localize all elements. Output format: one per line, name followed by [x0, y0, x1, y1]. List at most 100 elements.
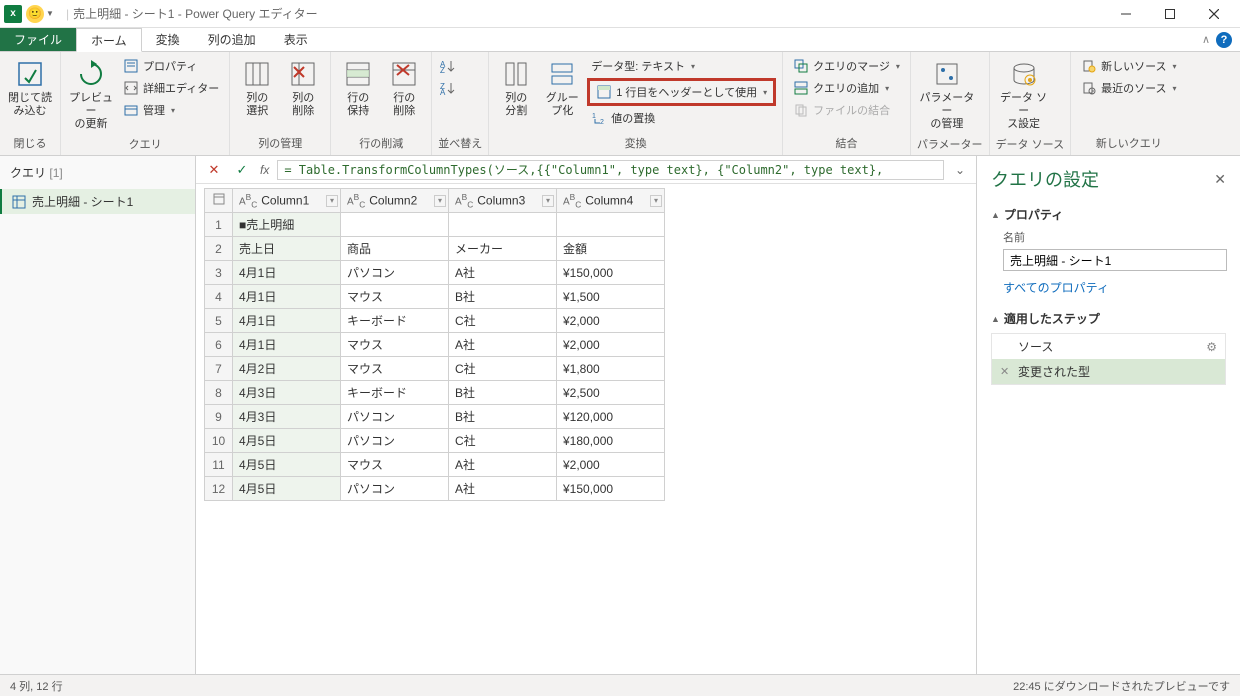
filter-icon[interactable]: ▾: [326, 195, 338, 207]
row-number[interactable]: 4: [205, 285, 233, 309]
cell[interactable]: A社: [449, 477, 557, 501]
column-header[interactable]: ABCColumn2▾: [341, 189, 449, 213]
cell[interactable]: C社: [449, 309, 557, 333]
row-number[interactable]: 9: [205, 405, 233, 429]
cell[interactable]: ¥2,000: [557, 453, 665, 477]
datasource-settings-button[interactable]: データ ソース設定: [996, 56, 1052, 134]
properties-section-header[interactable]: ▲プロパティ: [991, 206, 1226, 223]
cell[interactable]: 売上日: [233, 237, 341, 261]
properties-button[interactable]: プロパティ: [119, 56, 223, 76]
applied-step-changed-type[interactable]: ✕変更された型: [992, 359, 1225, 384]
table-row[interactable]: 34月1日パソコンA社¥150,000: [205, 261, 665, 285]
gear-icon[interactable]: ⚙: [1206, 340, 1217, 354]
minimize-button[interactable]: [1104, 0, 1148, 28]
new-source-button[interactable]: 新しいソース▾: [1077, 56, 1180, 76]
recent-source-button[interactable]: 最近のソース▾: [1077, 78, 1180, 98]
cell[interactable]: 4月3日: [233, 405, 341, 429]
steps-section-header[interactable]: ▲適用したステップ: [991, 310, 1226, 327]
cell[interactable]: キーボード: [341, 309, 449, 333]
cell[interactable]: 4月1日: [233, 333, 341, 357]
cell[interactable]: A社: [449, 333, 557, 357]
table-row[interactable]: 124月5日パソコンA社¥150,000: [205, 477, 665, 501]
table-row[interactable]: 114月5日マウスA社¥2,000: [205, 453, 665, 477]
cell[interactable]: 4月5日: [233, 453, 341, 477]
smiley-icon[interactable]: 🙂: [26, 5, 44, 23]
cell[interactable]: マウス: [341, 285, 449, 309]
table-row[interactable]: 94月3日パソコンB社¥120,000: [205, 405, 665, 429]
row-number[interactable]: 10: [205, 429, 233, 453]
cell[interactable]: [557, 213, 665, 237]
cell[interactable]: [449, 213, 557, 237]
cell[interactable]: B社: [449, 285, 557, 309]
applied-step-source[interactable]: ソース ⚙: [992, 334, 1225, 359]
cell[interactable]: B社: [449, 405, 557, 429]
filter-icon[interactable]: ▾: [434, 195, 446, 207]
cell[interactable]: 4月1日: [233, 309, 341, 333]
close-settings-icon[interactable]: ✕: [1214, 171, 1226, 188]
filter-icon[interactable]: ▾: [542, 195, 554, 207]
cell[interactable]: 4月1日: [233, 261, 341, 285]
tab-transform[interactable]: 変換: [142, 28, 194, 51]
cell[interactable]: パソコン: [341, 477, 449, 501]
table-row[interactable]: 74月2日マウスC社¥1,800: [205, 357, 665, 381]
row-number[interactable]: 2: [205, 237, 233, 261]
formula-cancel-icon[interactable]: ✕: [204, 162, 224, 178]
cell[interactable]: B社: [449, 381, 557, 405]
sort-desc-button[interactable]: ZA: [438, 78, 458, 98]
column-header[interactable]: ABCColumn4▾: [557, 189, 665, 213]
first-row-header-button[interactable]: 1 行目をヘッダーとして使用▾: [592, 82, 771, 102]
cell[interactable]: パソコン: [341, 405, 449, 429]
table-row[interactable]: 54月1日キーボードC社¥2,000: [205, 309, 665, 333]
merge-queries-button[interactable]: クエリのマージ▾: [789, 56, 904, 76]
cell[interactable]: パソコン: [341, 429, 449, 453]
cell[interactable]: A社: [449, 261, 557, 285]
cell[interactable]: マウス: [341, 453, 449, 477]
cell[interactable]: 4月1日: [233, 285, 341, 309]
tab-add-column[interactable]: 列の追加: [194, 28, 270, 51]
close-and-load-button[interactable]: 閉じて読み込む: [6, 56, 54, 120]
keep-rows-button[interactable]: 行の保持: [337, 56, 379, 120]
column-header[interactable]: ABCColumn1▾: [233, 189, 341, 213]
table-row[interactable]: 64月1日マウスA社¥2,000: [205, 333, 665, 357]
split-column-button[interactable]: 列の分割: [495, 56, 537, 120]
cell[interactable]: C社: [449, 429, 557, 453]
table-row[interactable]: 84月3日キーボードB社¥2,500: [205, 381, 665, 405]
row-number[interactable]: 11: [205, 453, 233, 477]
cell[interactable]: ¥120,000: [557, 405, 665, 429]
cell[interactable]: 4月3日: [233, 381, 341, 405]
column-header[interactable]: ABCColumn3▾: [449, 189, 557, 213]
cell[interactable]: マウス: [341, 333, 449, 357]
help-icon[interactable]: ?: [1216, 32, 1232, 48]
cell[interactable]: A社: [449, 453, 557, 477]
delete-step-icon[interactable]: ✕: [1000, 365, 1012, 378]
all-properties-link[interactable]: すべてのプロパティ: [1003, 279, 1226, 296]
cell[interactable]: ■売上明細: [233, 213, 341, 237]
cell[interactable]: ¥2,000: [557, 309, 665, 333]
row-number[interactable]: 5: [205, 309, 233, 333]
filter-icon[interactable]: ▾: [650, 195, 662, 207]
query-name-input[interactable]: [1003, 249, 1227, 271]
table-row[interactable]: 2売上日商品メーカー金額: [205, 237, 665, 261]
remove-columns-button[interactable]: 列の削除: [282, 56, 324, 120]
row-number[interactable]: 8: [205, 381, 233, 405]
tab-view[interactable]: 表示: [270, 28, 322, 51]
advanced-editor-button[interactable]: 詳細エディター: [119, 78, 223, 98]
cell[interactable]: [341, 213, 449, 237]
row-number[interactable]: 3: [205, 261, 233, 285]
table-row[interactable]: 1■売上明細: [205, 213, 665, 237]
parameters-button[interactable]: パラメーターの管理: [917, 56, 977, 134]
manage-button[interactable]: 管理▾: [119, 100, 223, 120]
replace-values-button[interactable]: 12値の置換: [587, 108, 776, 128]
data-grid[interactable]: ABCColumn1▾ ABCColumn2▾ ABCColumn3▾ ABCC…: [204, 188, 665, 501]
remove-rows-button[interactable]: 行の削除: [383, 56, 425, 120]
cell[interactable]: 4月2日: [233, 357, 341, 381]
formula-expand-icon[interactable]: ⌄: [952, 163, 968, 177]
cell[interactable]: ¥180,000: [557, 429, 665, 453]
row-number[interactable]: 7: [205, 357, 233, 381]
cell[interactable]: ¥150,000: [557, 477, 665, 501]
table-row[interactable]: 44月1日マウスB社¥1,500: [205, 285, 665, 309]
cell[interactable]: 金額: [557, 237, 665, 261]
row-number[interactable]: 12: [205, 477, 233, 501]
tab-home[interactable]: ホーム: [76, 28, 142, 52]
sort-asc-button[interactable]: AZ: [438, 56, 458, 76]
